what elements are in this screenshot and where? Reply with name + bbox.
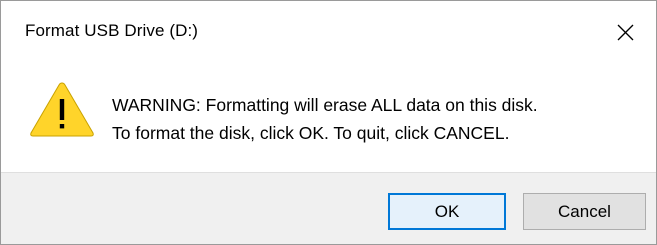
ok-button[interactable]: OK (388, 193, 506, 230)
close-icon (617, 24, 633, 40)
dialog-content: WARNING: Formatting will erase ALL data … (1, 63, 656, 172)
message-line-1: WARNING: Formatting will erase ALL data … (112, 95, 538, 115)
close-button[interactable] (594, 1, 656, 63)
title-bar: Format USB Drive (D:) (1, 1, 656, 63)
dialog-title: Format USB Drive (D:) (25, 21, 199, 40)
format-dialog: Format USB Drive (D:) WARNING: Formattin… (0, 0, 657, 245)
warning-message: WARNING: Formatting will erase ALL data … (112, 91, 538, 147)
button-bar: OK Cancel (1, 172, 656, 244)
warning-icon (30, 82, 94, 137)
message-line-2: To format the disk, click OK. To quit, c… (112, 123, 510, 143)
cancel-button[interactable]: Cancel (523, 193, 646, 230)
